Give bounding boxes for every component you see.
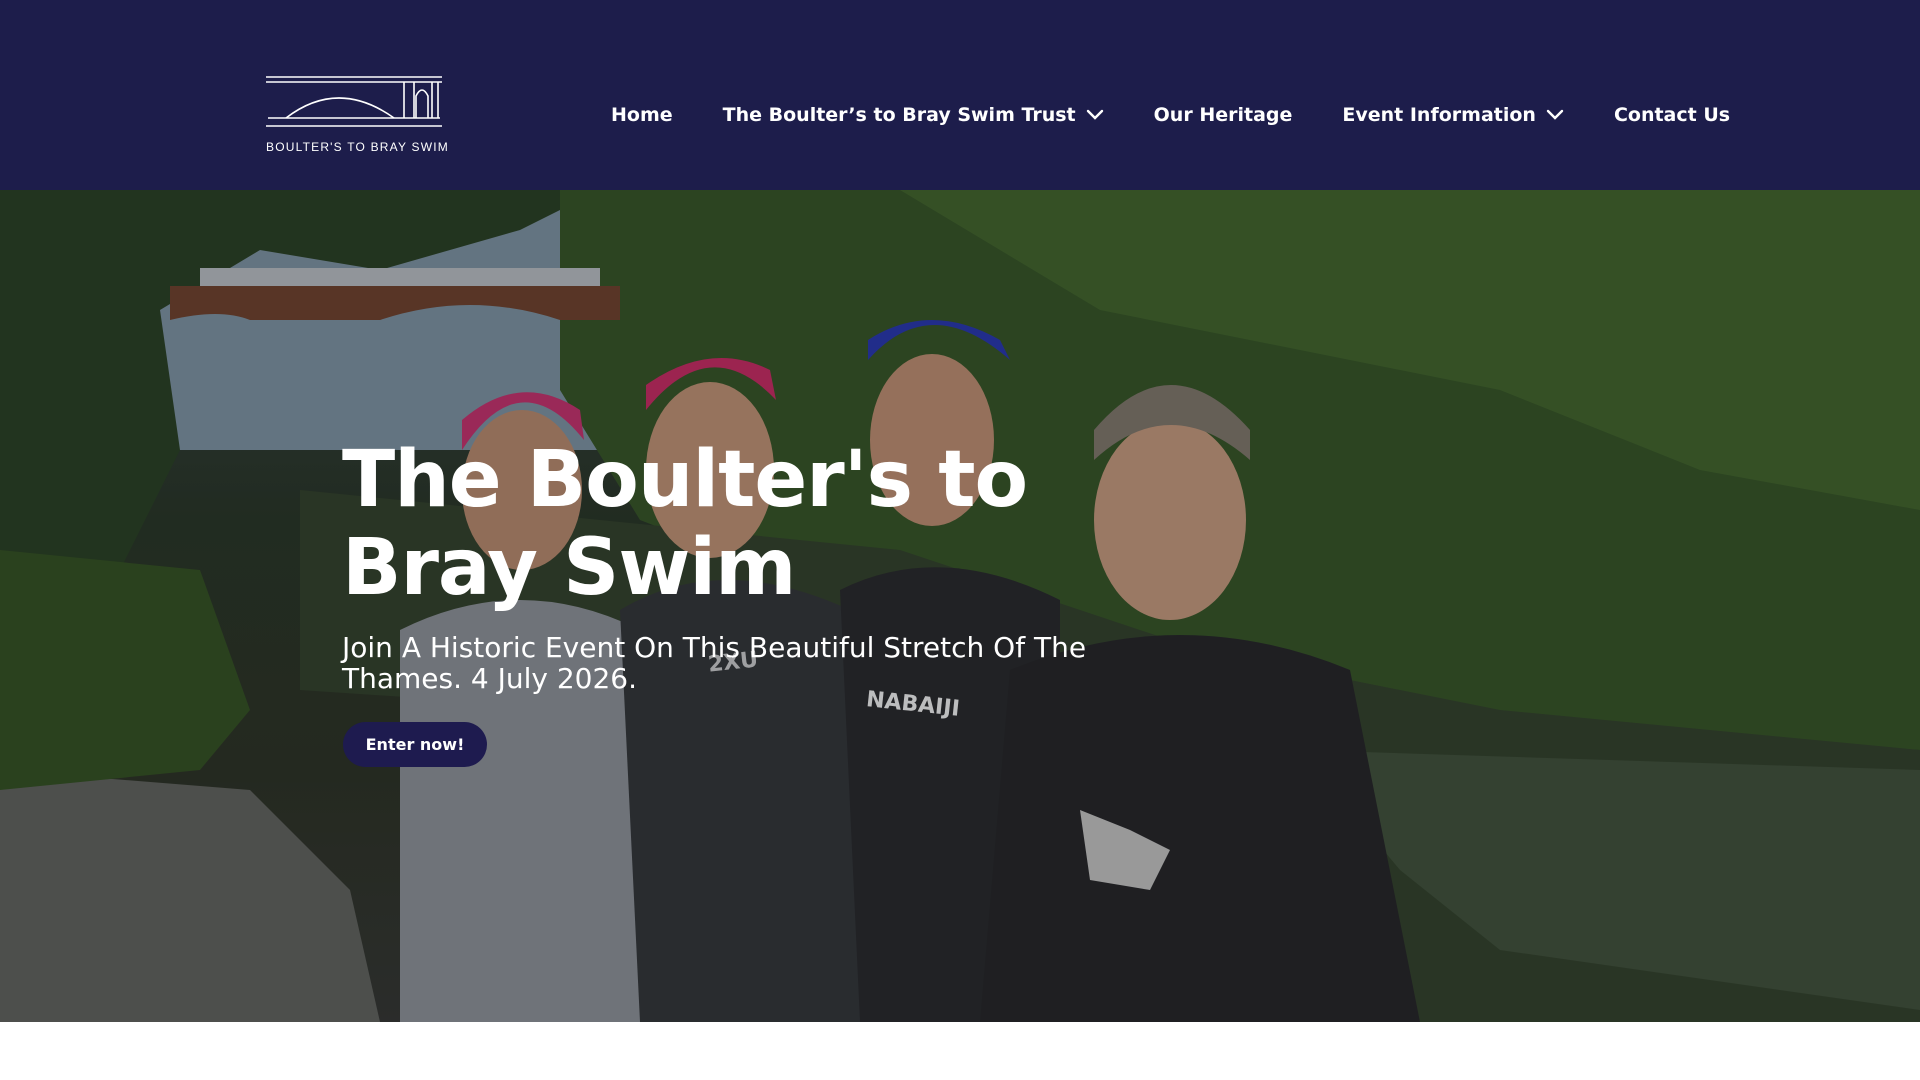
hero-subtitle-line-2: Thames. 4 July 2026. (342, 662, 638, 695)
site-header: BOULTER'S TO BRAY SWIM Home The Boulter’… (0, 0, 1920, 190)
nav-item-our-heritage[interactable]: Our Heritage (1154, 104, 1293, 126)
chevron-down-icon (1086, 109, 1103, 120)
hero-section: The Boulter's to Bray Swim Join A Histor… (0, 190, 1920, 1022)
nav-item-event-information[interactable]: Event Information (1342, 104, 1564, 126)
nav-item-label: The Boulter’s to Bray Swim Trust (722, 104, 1076, 126)
hero-title-line-2: Bray Swim (342, 523, 796, 613)
main-nav: Home The Boulter’s to Bray Swim Trust Ou… (611, 100, 1730, 130)
enter-now-button[interactable]: Enter now! (343, 722, 487, 767)
logo-text: BOULTER'S TO BRAY SWIM (266, 140, 449, 154)
nav-item-label: Event Information (1342, 104, 1536, 126)
hero-title-line-1: The Boulter's to (342, 435, 1028, 525)
nav-item-label: Our Heritage (1153, 104, 1293, 126)
nav-item-contact-us[interactable]: Contact Us (1614, 104, 1730, 126)
nav-item-trust[interactable]: The Boulter’s to Bray Swim Trust (723, 104, 1104, 126)
nav-item-home[interactable]: Home (611, 104, 673, 126)
nav-item-label: Home (611, 104, 673, 126)
hero-title: The Boulter's to Bray Swim (342, 436, 1102, 612)
chevron-down-icon (1546, 109, 1564, 120)
bridge-logo-icon (266, 76, 442, 127)
nav-item-label: Contact Us (1613, 104, 1731, 126)
wetsuit-logo-2xu: 2XU (706, 647, 760, 678)
site-logo[interactable]: BOULTER'S TO BRAY SWIM (264, 74, 449, 156)
